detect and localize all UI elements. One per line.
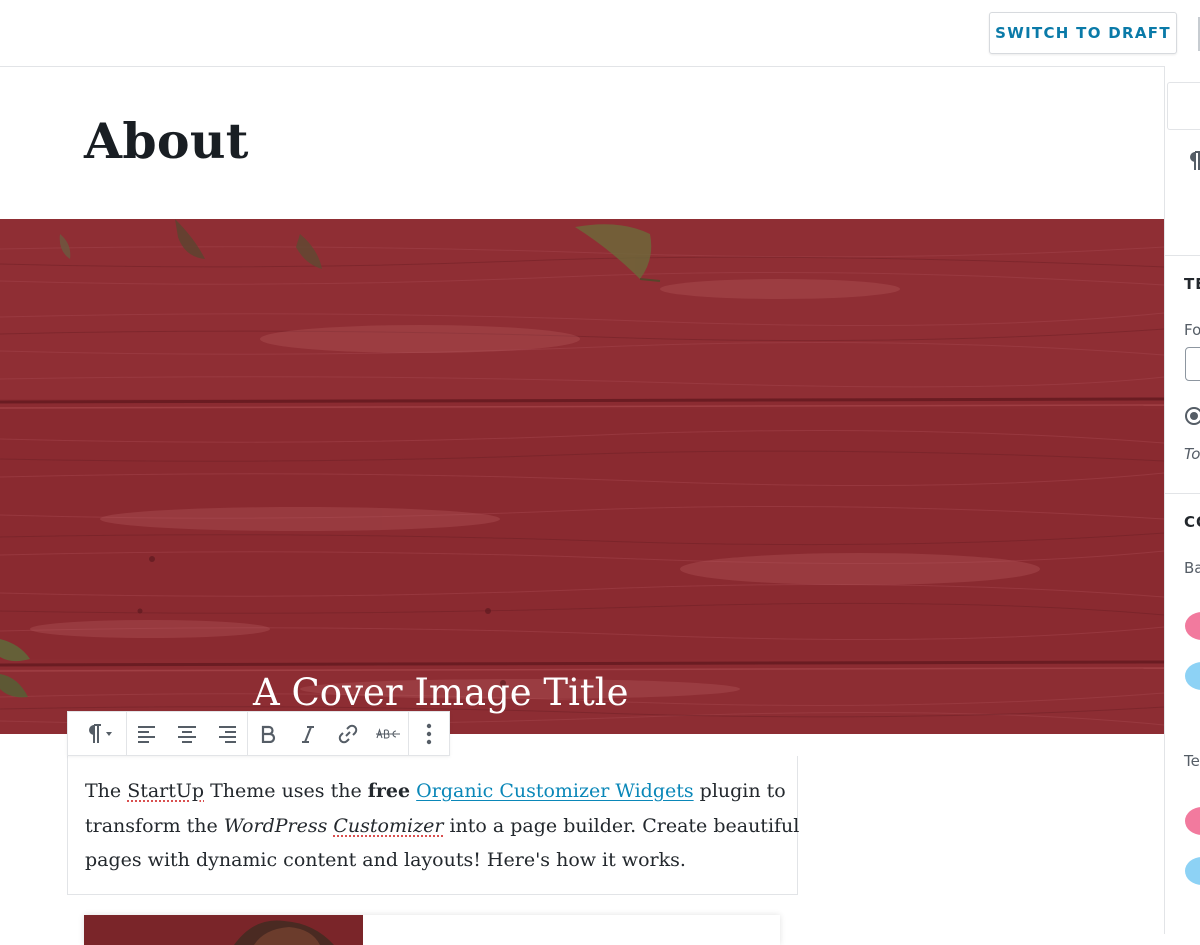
align-right-button[interactable] — [207, 712, 247, 755]
paragraph-text[interactable]: The StartUp Theme uses the free Organic … — [85, 774, 785, 878]
more-group — [409, 712, 449, 755]
italic-button[interactable] — [288, 712, 328, 755]
paragraph-icon — [82, 723, 112, 745]
wood-background-image — [0, 219, 1164, 734]
link-button[interactable] — [328, 712, 368, 755]
alignment-group — [127, 712, 248, 755]
drop-cap-toggle[interactable] — [1185, 407, 1200, 425]
paragraph-line-3: pages with dynamic content and layouts! … — [85, 843, 785, 878]
paragraph-line-2: transform the WordPress Customizer into … — [85, 809, 785, 844]
toggle-help-text: To — [1184, 445, 1200, 463]
block-inspector-tab[interactable] — [1167, 82, 1200, 130]
settings-sidebar: TE Fo To CO Ba Te — [1164, 66, 1200, 934]
portrait-image — [84, 915, 363, 945]
cover-image-block[interactable]: A Cover Image Title — [0, 219, 1164, 734]
paragraph-block[interactable]: The StartUp Theme uses the free Organic … — [67, 756, 798, 895]
bold-button[interactable] — [248, 712, 288, 755]
more-options-button[interactable] — [409, 712, 449, 755]
color-swatch-pink[interactable] — [1185, 807, 1200, 835]
font-size-select[interactable] — [1185, 347, 1200, 381]
color-settings-heading[interactable]: CO — [1184, 513, 1200, 531]
switch-to-draft-button[interactable]: SWITCH TO DRAFT — [989, 12, 1177, 54]
media-image — [84, 915, 363, 945]
italic-icon — [301, 725, 315, 743]
block-toolbar — [67, 711, 450, 756]
align-center-icon — [177, 725, 197, 743]
align-right-icon — [217, 725, 237, 743]
italic-text: WordPress Customizer — [224, 815, 444, 837]
paragraph-block-switcher[interactable] — [68, 712, 126, 755]
color-swatch-blue[interactable] — [1185, 662, 1200, 690]
bold-text: free — [368, 780, 410, 802]
formatting-group — [248, 712, 409, 755]
strikethrough-icon — [376, 727, 400, 741]
align-left-button[interactable] — [127, 712, 167, 755]
paragraph-icon — [1187, 150, 1200, 172]
text-color-label: Te — [1184, 752, 1200, 770]
more-options-icon — [426, 723, 432, 745]
bold-icon — [260, 725, 276, 743]
background-color-label: Ba — [1184, 559, 1200, 577]
misspelled-word[interactable]: Customizer — [333, 815, 443, 837]
sidebar-divider — [1165, 255, 1200, 256]
cover-title[interactable]: A Cover Image Title — [253, 671, 629, 714]
sidebar-divider — [1165, 493, 1200, 494]
misspelled-word[interactable]: StartUp — [127, 780, 204, 802]
chevron-down-icon — [106, 732, 112, 736]
media-text-block[interactable] — [84, 915, 780, 945]
color-swatch-blue[interactable] — [1185, 857, 1200, 885]
link-icon — [337, 723, 359, 745]
align-center-button[interactable] — [167, 712, 207, 755]
text-settings-heading[interactable]: TE — [1184, 275, 1200, 293]
paragraph-line-1: The StartUp Theme uses the free Organic … — [85, 774, 785, 809]
top-toolbar: SWITCH TO DRAFT — [0, 0, 1200, 67]
page-title[interactable]: About — [84, 112, 249, 170]
plugin-link[interactable]: Organic Customizer Widgets — [416, 780, 693, 802]
font-size-label: Fo — [1184, 321, 1200, 339]
block-type-group — [68, 712, 127, 755]
strikethrough-button[interactable] — [368, 712, 408, 755]
color-swatch-pink[interactable] — [1185, 612, 1200, 640]
align-left-icon — [137, 725, 157, 743]
